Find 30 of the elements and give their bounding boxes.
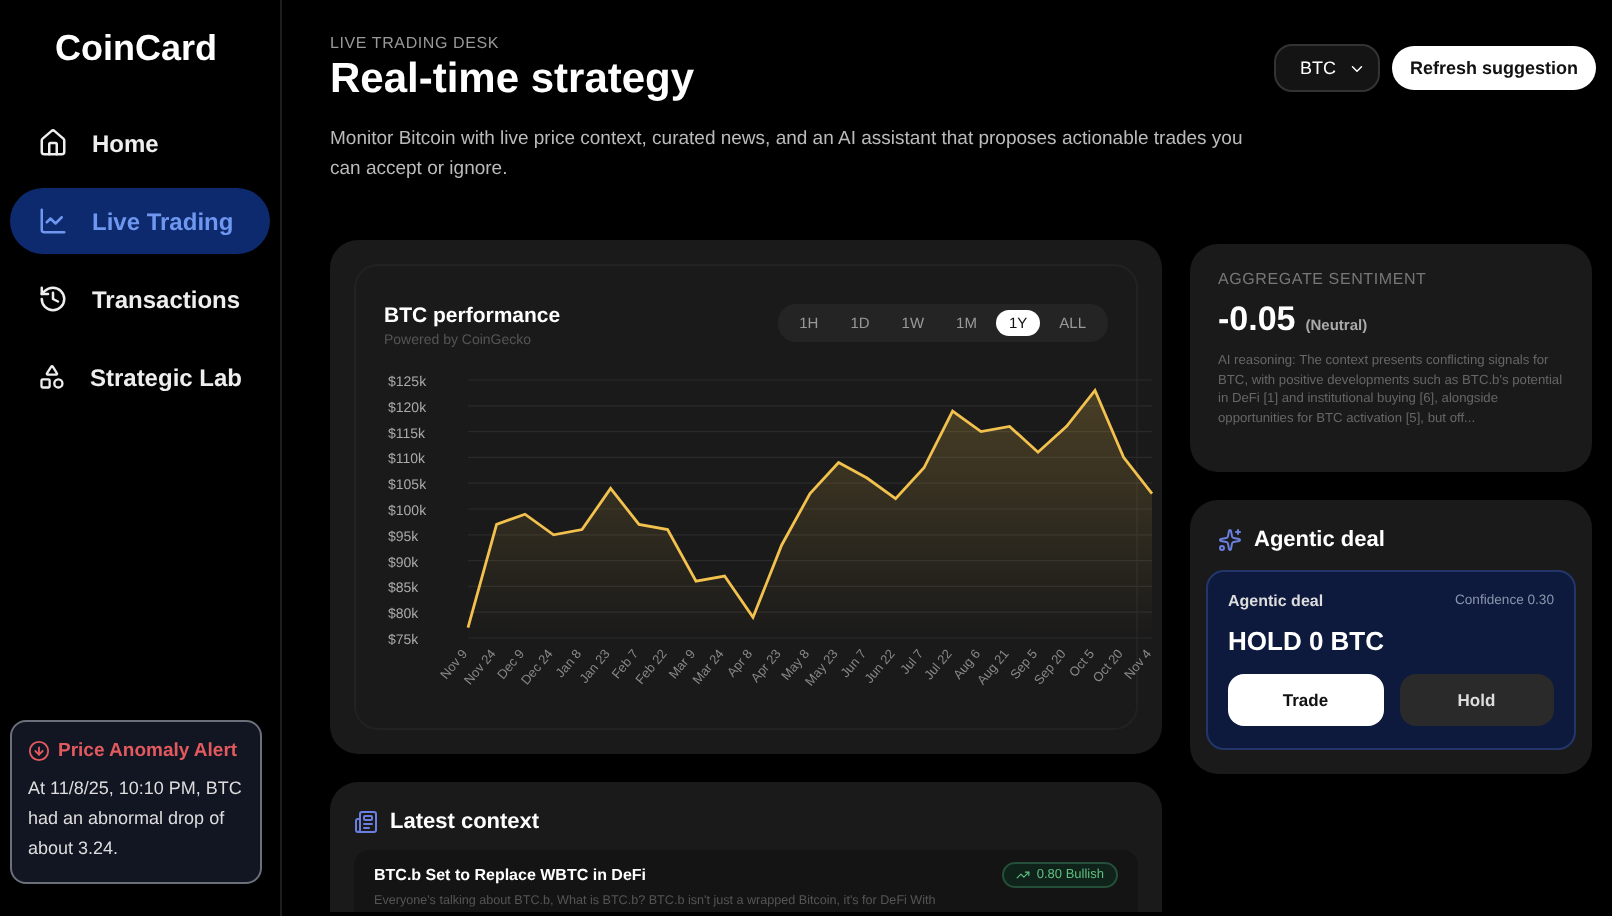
line-chart-icon — [38, 206, 68, 236]
context-title: Latest context — [390, 810, 540, 834]
deal-label: Agentic deal — [1228, 592, 1324, 610]
page-description: Monitor Bitcoin with live price context, curated news, and an AI assistant that proposes actionable trades you can accept or ignore. — [330, 126, 1245, 184]
sidebar-item[interactable]: Strategic Lab — [10, 344, 270, 410]
alert-message: At 11/8/25, 10:10 PM, BTC had an abnormal drop of about 3.24. — [28, 776, 244, 862]
arrow-down-icon — [28, 740, 50, 762]
asset-select[interactable]: BTC — [1273, 44, 1380, 92]
history-icon — [38, 284, 68, 314]
sidebar-item[interactable]: Home — [10, 110, 270, 176]
home-icon — [38, 128, 68, 158]
sparkles-icon — [1218, 528, 1242, 552]
trend-up-icon — [1016, 868, 1031, 882]
page-title: Real-time strategy — [330, 56, 697, 104]
shapes-icon — [38, 362, 66, 392]
agentic-title: Agentic deal — [1254, 528, 1385, 552]
section-eyebrow: LIVE TRADING DESK — [330, 34, 502, 52]
newspaper-icon — [354, 810, 378, 834]
news-headline: BTC.b Set to Replace WBTC in DeFi — [374, 866, 647, 884]
trade-button[interactable]: Trade — [1228, 674, 1383, 726]
sentiment-label: AGGREGATE SENTIMENT — [1218, 270, 1429, 288]
brand-logo: CoinCard — [53, 28, 219, 70]
refresh-button[interactable]: Refresh suggestion — [1391, 46, 1596, 90]
deal-action: HOLD 0 BTC — [1228, 626, 1386, 656]
sentiment-score: -0.05 — [1218, 300, 1296, 340]
sidebar-item[interactable]: Transactions — [10, 266, 270, 332]
alert-title: Price Anomaly Alert — [28, 740, 244, 762]
chart-title: BTC performance — [384, 304, 561, 328]
sidebar-item[interactable]: Live Trading — [10, 188, 270, 254]
hold-button[interactable]: Hold — [1399, 674, 1554, 726]
